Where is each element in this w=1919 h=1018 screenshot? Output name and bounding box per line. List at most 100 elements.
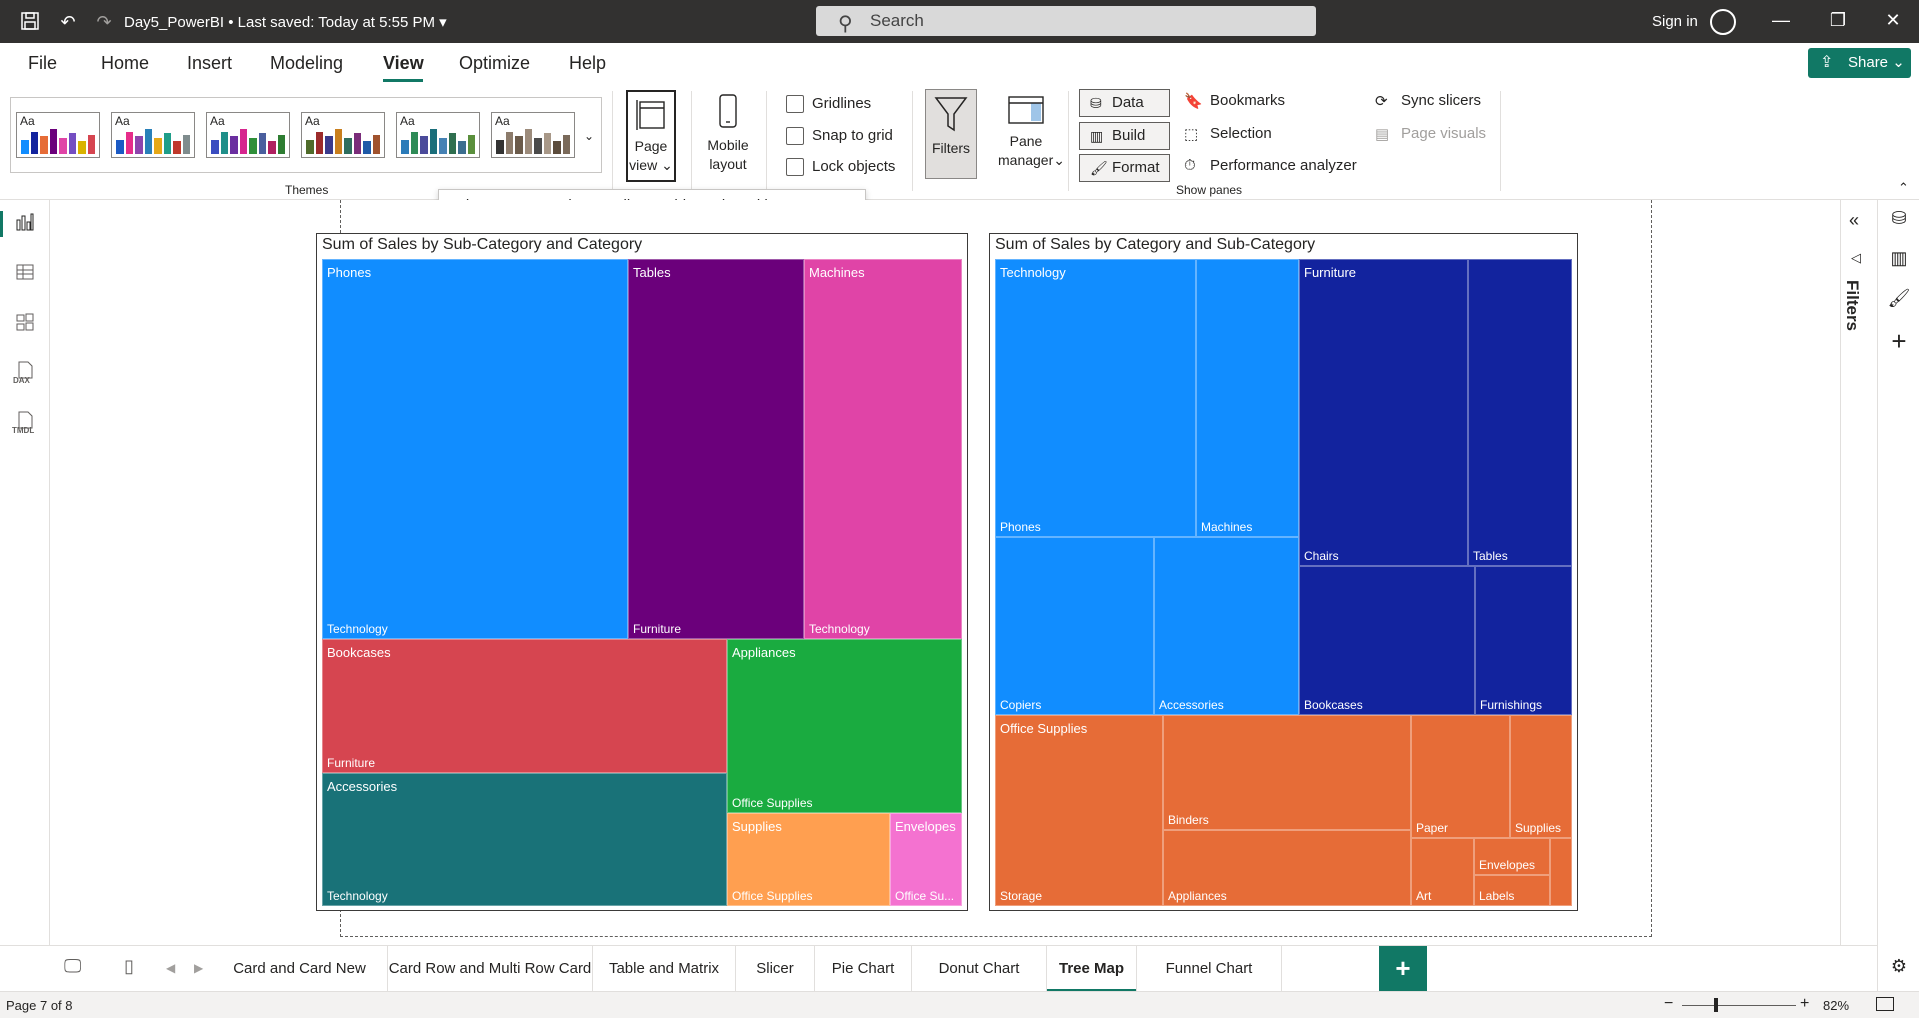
menu-modeling[interactable]: Modeling [270, 53, 343, 74]
filters-pane-collapsed[interactable]: « ◁ Filters [1840, 200, 1876, 945]
treemap-tile[interactable]: Supplies [1510, 715, 1572, 838]
collapse-ribbon-icon[interactable]: ⌃ [1898, 180, 1909, 196]
menu-file[interactable]: File [28, 53, 57, 74]
theme-color-bar [562, 134, 570, 154]
close-icon[interactable]: ✕ [1878, 10, 1908, 31]
page-tab[interactable]: Funnel Chart [1137, 946, 1282, 992]
treemap-tile[interactable]: Office Supplies Storage [995, 715, 1163, 906]
bookmarks-button[interactable]: 🔖 Bookmarks [1184, 92, 1285, 110]
build-pane-button[interactable]: ▥ Build [1079, 122, 1170, 150]
treemap-tile[interactable]: Accessories Technology [322, 773, 727, 906]
add-pane-icon[interactable]: + [1887, 326, 1911, 356]
page-tab[interactable]: Slicer [736, 946, 815, 992]
zoom-in-button[interactable]: + [1800, 995, 1809, 1013]
menu-optimize[interactable]: Optimize [459, 53, 530, 74]
treemap-tile[interactable]: Labels [1474, 875, 1550, 906]
treemap-visual-left[interactable]: Sum of Sales by Sub-Category and Categor… [316, 233, 968, 911]
treemap-tile[interactable]: Bookcases [1299, 566, 1475, 715]
avatar[interactable] [1710, 9, 1736, 35]
report-canvas[interactable]: Sum of Sales by Sub-Category and Categor… [51, 200, 1840, 945]
expand-pane-icon[interactable]: « [1849, 210, 1859, 231]
menu-help[interactable]: Help [569, 53, 606, 74]
scroll-left-icon[interactable]: ◀ [166, 961, 175, 975]
theme-swatch[interactable]: Aa [491, 112, 575, 158]
treemap-tile[interactable]: Appliances [1163, 830, 1411, 906]
format-pane-button[interactable]: 🖌 Format [1079, 154, 1170, 182]
page-tab[interactable]: Card and Card New [212, 946, 388, 992]
treemap-tile[interactable]: Envelopes Office Su... [890, 813, 962, 906]
table-view-icon[interactable] [12, 262, 38, 288]
search-box[interactable]: ⚲ Search [816, 6, 1316, 36]
page-view-button[interactable]: Page view ⌄ [626, 90, 676, 182]
data-pane-button[interactable]: ⛁ Data [1079, 89, 1170, 117]
treemap-tile[interactable]: Phones Technology [322, 259, 628, 639]
zoom-slider[interactable] [1682, 1005, 1796, 1006]
treemap-tile[interactable]: Appliances Office Supplies [727, 639, 962, 813]
phone-view-icon[interactable]: ▯ [124, 956, 134, 977]
treemap-tile[interactable]: Technology Phones [995, 259, 1196, 537]
share-button[interactable]: ⇪ Share ⌄ [1808, 48, 1911, 78]
sign-in-link[interactable]: Sign in [1652, 13, 1698, 30]
report-view-icon[interactable] [12, 212, 38, 238]
snap-to-grid-checkbox[interactable]: Snap to grid [786, 127, 893, 146]
treemap-tile[interactable]: Furnishings [1475, 566, 1572, 715]
treemap-tile[interactable]: Tables Furniture [628, 259, 804, 639]
treemap-tile[interactable]: Supplies Office Supplies [727, 813, 890, 906]
zoom-slider-thumb[interactable] [1714, 998, 1718, 1012]
treemap-visual-right[interactable]: Sum of Sales by Category and Sub-Categor… [989, 233, 1578, 911]
themes-expand-icon[interactable]: ⌄ [584, 129, 594, 143]
minimize-icon[interactable]: — [1766, 10, 1796, 31]
treemap-tile[interactable]: Machines [1196, 259, 1299, 537]
save-icon[interactable] [18, 10, 42, 34]
build-visual-icon[interactable]: ▥ [1887, 248, 1911, 272]
theme-swatch[interactable]: Aa [16, 112, 100, 158]
treemap-tile[interactable]: Bookcases Furniture [322, 639, 727, 773]
scroll-right-icon[interactable]: ▶ [194, 961, 203, 975]
page-view-label-1: Page [634, 138, 668, 154]
restore-icon[interactable]: ❐ [1823, 10, 1853, 31]
gridlines-checkbox[interactable]: Gridlines [786, 95, 871, 114]
page-tab[interactable]: Card Row and Multi Row Card [388, 946, 593, 992]
treemap-tile[interactable]: Machines Technology [804, 259, 962, 639]
add-page-button[interactable]: + [1379, 946, 1427, 992]
mobile-layout-button[interactable]: Mobile layout [700, 93, 756, 174]
treemap-tile[interactable]: Copiers [995, 537, 1154, 715]
redo-icon[interactable]: ↷ [92, 10, 116, 34]
treemap-tile[interactable]: Art [1411, 838, 1474, 906]
sync-slicers-button[interactable]: ⟳ Sync slicers [1375, 92, 1481, 110]
zoom-percent[interactable]: 82% [1823, 998, 1849, 1013]
treemap-tile[interactable]: Paper [1411, 715, 1510, 838]
pane-manager-button[interactable]: Pane manager⌄ [998, 93, 1065, 170]
treemap-tile[interactable]: Tables [1468, 259, 1572, 566]
selection-button[interactable]: ⬚ Selection [1184, 125, 1272, 143]
page-visuals-button[interactable]: ▤ Page visuals [1375, 125, 1486, 143]
treemap-tile[interactable]: Envelopes [1474, 838, 1550, 875]
zoom-out-button[interactable]: − [1664, 995, 1673, 1013]
data-pane-icon[interactable]: ⛁ [1887, 208, 1911, 232]
filters-button[interactable]: Filters [925, 89, 977, 179]
theme-swatch[interactable]: Aa [396, 112, 480, 158]
lock-objects-checkbox[interactable]: Lock objects [786, 158, 895, 177]
format-visual-icon[interactable]: 🖌 [1887, 288, 1911, 312]
page-tab[interactable]: Tree Map [1047, 946, 1137, 992]
theme-swatch[interactable]: Aa [206, 112, 290, 158]
menu-insert[interactable]: Insert [187, 53, 232, 74]
settings-icon[interactable]: ⚙ [1887, 956, 1911, 980]
page-tab[interactable]: Donut Chart [912, 946, 1047, 992]
treemap-tile[interactable] [1550, 838, 1572, 906]
menu-view[interactable]: View [383, 53, 424, 74]
theme-swatch[interactable]: Aa [301, 112, 385, 158]
page-tab[interactable]: Table and Matrix [593, 946, 736, 992]
treemap-tile[interactable]: Binders [1163, 715, 1411, 830]
undo-icon[interactable]: ↶ [56, 10, 80, 34]
desktop-view-icon[interactable]: 🖵 [64, 956, 81, 977]
theme-swatch[interactable]: Aa [111, 112, 195, 158]
treemap-tile[interactable]: Accessories [1154, 537, 1299, 715]
menu-home[interactable]: Home [101, 53, 149, 74]
fit-to-page-icon[interactable] [1876, 997, 1894, 1011]
document-title[interactable]: Day5_PowerBI • Last saved: Today at 5:55… [124, 13, 447, 31]
performance-analyzer-button[interactable]: ⏱ Performance analyzer [1184, 157, 1357, 174]
treemap-tile[interactable]: Furniture Chairs [1299, 259, 1468, 566]
model-view-icon[interactable] [12, 312, 38, 338]
page-tab[interactable]: Pie Chart [815, 946, 912, 992]
